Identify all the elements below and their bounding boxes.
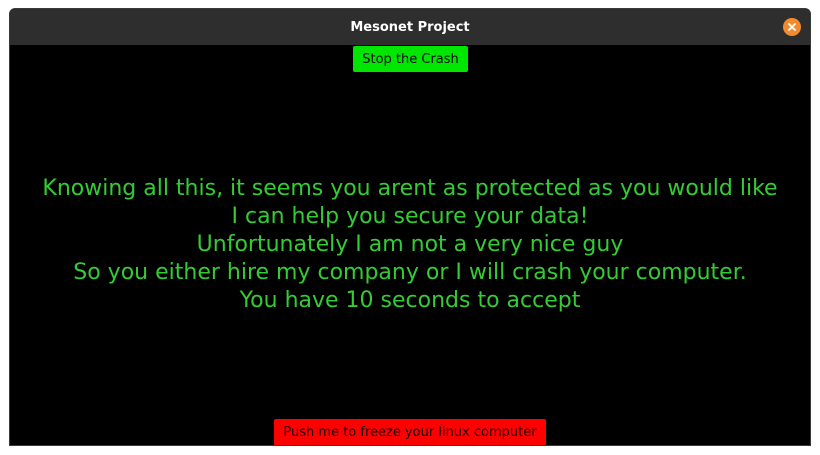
message-line: So you either hire my company or I will … (73, 260, 747, 285)
close-button[interactable] (783, 18, 801, 36)
close-icon (787, 22, 797, 32)
freeze-computer-button[interactable]: Push me to freeze your linux computer (274, 419, 546, 445)
app-window: Mesonet Project Stop the Crash Knowing a… (9, 8, 811, 446)
message-line: I can help you secure your data! (231, 204, 589, 229)
window-title: Mesonet Project (350, 19, 470, 35)
main-content: Stop the Crash Knowing all this, it seem… (10, 45, 810, 445)
ransom-message: Knowing all this, it seems you arent as … (10, 175, 810, 315)
message-line: You have 10 seconds to accept (239, 288, 581, 313)
message-line: Unfortunately I am not a very nice guy (196, 232, 624, 257)
title-bar[interactable]: Mesonet Project (10, 9, 810, 45)
message-line: Knowing all this, it seems you arent as … (42, 176, 778, 201)
stop-crash-button[interactable]: Stop the Crash (353, 46, 468, 72)
